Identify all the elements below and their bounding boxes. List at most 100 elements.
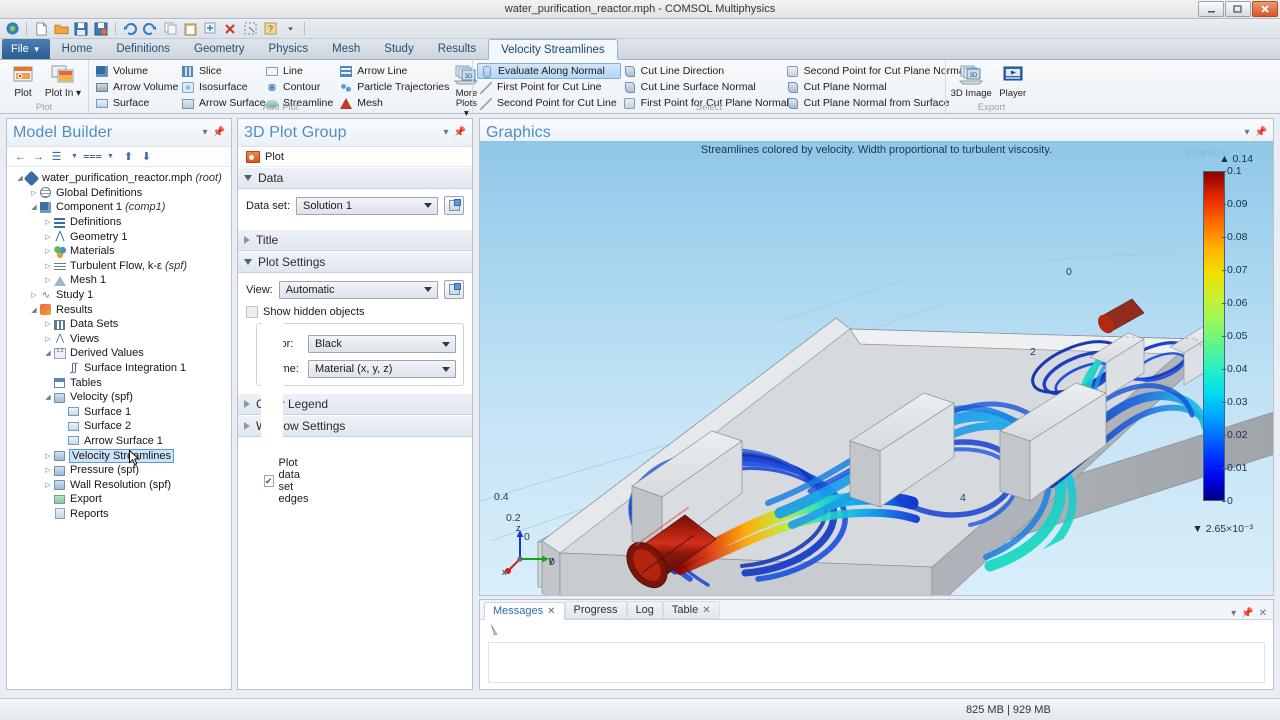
maximize-button[interactable] [1225,1,1251,17]
dataset-select[interactable]: Solution 1 [296,196,438,215]
ribbon-item-isosurface[interactable]: Isosurface [179,79,263,95]
close-button[interactable] [1252,1,1278,17]
tree-node[interactable]: ▷ Velocity Streamlines [9,448,231,463]
tree-node[interactable]: ▷ Pressure (spf) [9,463,231,478]
close-icon[interactable]: ✕ [1259,608,1267,619]
duplicate-icon[interactable] [201,20,219,37]
tree-node[interactable]: Surface 2 [9,419,231,434]
help-icon[interactable]: ? [261,20,279,37]
settings-plot-row[interactable]: Plot [238,147,472,167]
tree-node[interactable]: ∬ Surface Integration 1 [9,361,231,376]
tree-twisty-closed-icon[interactable]: ▷ [43,452,53,460]
new-icon[interactable] [32,20,50,37]
tree-node[interactable]: ◢ water_purification_reactor.mph (root) [9,170,231,187]
tree-node[interactable]: ▷ Materials [9,244,231,259]
ribbon-item-first-point-cut-line[interactable]: First Point for Cut Line [477,79,621,95]
tree-node[interactable]: Surface 1 [9,405,231,420]
plot-data-set-edges-legend[interactable]: Plot data set edges [261,316,309,646]
forward-icon[interactable]: → [31,149,46,164]
tree-node[interactable]: Export [9,492,231,507]
tree-node[interactable]: ▷ Turbulent Flow, k-ε (spf) [9,259,231,274]
view-go-to-source-button[interactable] [444,280,464,299]
tab-velocity-streamlines[interactable]: Velocity Streamlines [488,39,618,60]
pin-icon[interactable]: 📌 [454,127,466,138]
tree-twisty-closed-icon[interactable]: ▷ [43,276,53,284]
tab-results[interactable]: Results [426,38,488,59]
pin-icon[interactable]: 📌 [213,127,225,138]
ribbon-item-second-point-cut-plane-normal[interactable]: Second Point for Cut Plane Normal [784,63,967,79]
plot-data-set-edges-checkbox[interactable] [264,475,274,487]
copy-icon[interactable] [161,20,179,37]
close-icon[interactable]: ✕ [547,606,555,617]
model-tree[interactable]: ◢ water_purification_reactor.mph (root) ▷ G… [7,167,231,688]
tree-node[interactable]: ◢ Velocity (spf) [9,390,231,405]
tree-twisty-open-icon[interactable]: ◢ [43,393,53,401]
tree-node[interactable]: ◢ 1.2 Derived Values [9,346,231,361]
view-select[interactable]: Automatic [278,280,438,299]
show-hidden-objects-checkbox[interactable] [246,306,258,318]
ribbon-item-arrow-volume[interactable]: Arrow Volume [93,79,179,95]
undo-icon[interactable] [121,20,139,37]
tree-twisty-closed-icon[interactable]: ▷ [43,233,53,241]
panel-menu-icon[interactable]: ▾ [1245,127,1250,138]
tree-node[interactable]: ▷ ⋀ Geometry 1 [9,229,231,244]
panel-menu-icon[interactable]: ▾ [444,127,449,138]
tab-log[interactable]: Log [626,601,663,619]
tab-physics[interactable]: Physics [257,38,321,59]
tree-node[interactable]: Tables [9,375,231,390]
pin-icon[interactable]: 📌 [1255,127,1267,138]
move-up-icon[interactable]: ⬆ [121,149,136,164]
ribbon-item-cut-plane-normal[interactable]: Cut Plane Normal [784,79,966,95]
show-dropdown-icon[interactable]: ▼ [67,149,82,164]
tree-twisty-closed-icon[interactable]: ▷ [43,262,53,270]
tree-node[interactable]: ▷ Mesh 1 [9,273,231,288]
tab-file[interactable]: File ▼ [2,39,50,59]
tree-node[interactable]: Reports [9,507,231,522]
ribbon-item-line[interactable]: Line [263,63,337,79]
ribbon-item-evaluate-along-normal[interactable]: Evaluate Along Normal [477,63,621,79]
tree-node[interactable]: ▷ Definitions [9,215,231,230]
save-icon[interactable] [72,20,90,37]
tree-twisty-closed-icon[interactable]: ▷ [43,466,53,474]
ribbon-item-particle-trajectories[interactable]: Particle Trajectories [337,79,453,95]
panel-menu-icon[interactable]: ▾ [203,127,208,138]
ribbon-item-cut-line-direction[interactable]: Cut Line Direction [621,63,784,79]
tree-node[interactable]: ▷ Data Sets [9,317,231,332]
open-icon[interactable] [52,20,70,37]
ribbon-item-contour[interactable]: Contour [263,79,337,95]
panel-menu-icon[interactable]: ▾ [1231,608,1236,619]
graphics-canvas[interactable]: Streamlines colored by velocity. Width p… [480,141,1273,595]
save-as-icon[interactable] [92,20,110,37]
tree-twisty-closed-icon[interactable]: ▷ [43,335,53,343]
pin-icon[interactable]: 📌 [1241,608,1253,619]
delete-icon[interactable] [221,20,239,37]
section-header-data[interactable]: Data [238,167,472,189]
tree-node[interactable]: ◢ Results [9,302,231,317]
close-icon[interactable]: ✕ [702,605,710,616]
minimize-button[interactable] [1198,1,1224,17]
ribbon-item-volume[interactable]: Volume [93,63,179,79]
customize-dropdown-icon[interactable] [281,20,299,37]
tab-definitions[interactable]: Definitions [104,38,182,59]
tab-messages[interactable]: Messages ✕ [484,602,565,620]
section-header-title[interactable]: Title [238,229,472,251]
ribbon-item-arrow-line[interactable]: Arrow Line [337,63,453,79]
tree-twisty-open-icon[interactable]: ◢ [43,349,53,357]
messages-text-area[interactable] [488,642,1265,683]
tab-table[interactable]: Table ✕ [662,601,720,619]
tree-node[interactable]: ▷ Global Definitions [9,186,231,201]
tree-node[interactable]: ◢ Component 1 (comp1) [9,200,231,215]
show-list-icon[interactable]: ☰ [49,149,64,164]
back-icon[interactable]: ← [13,149,28,164]
tree-twisty-closed-icon[interactable]: ▷ [29,189,39,197]
tree-twisty-closed-icon[interactable]: ▷ [43,481,53,489]
tree-twisty-closed-icon[interactable]: ▷ [43,247,53,255]
tree-node[interactable]: ▷ ⋀ Views [9,332,231,347]
tab-home[interactable]: Home [50,38,105,59]
tab-study[interactable]: Study [372,38,425,59]
ribbon-item-cut-line-surface-normal[interactable]: Cut Line Surface Normal [621,79,784,95]
tree-twisty-closed-icon[interactable]: ▷ [43,320,53,328]
select-box-icon[interactable] [241,20,259,37]
tab-mesh[interactable]: Mesh [320,38,372,59]
frame-select[interactable]: Material (x, y, z) [308,360,456,378]
